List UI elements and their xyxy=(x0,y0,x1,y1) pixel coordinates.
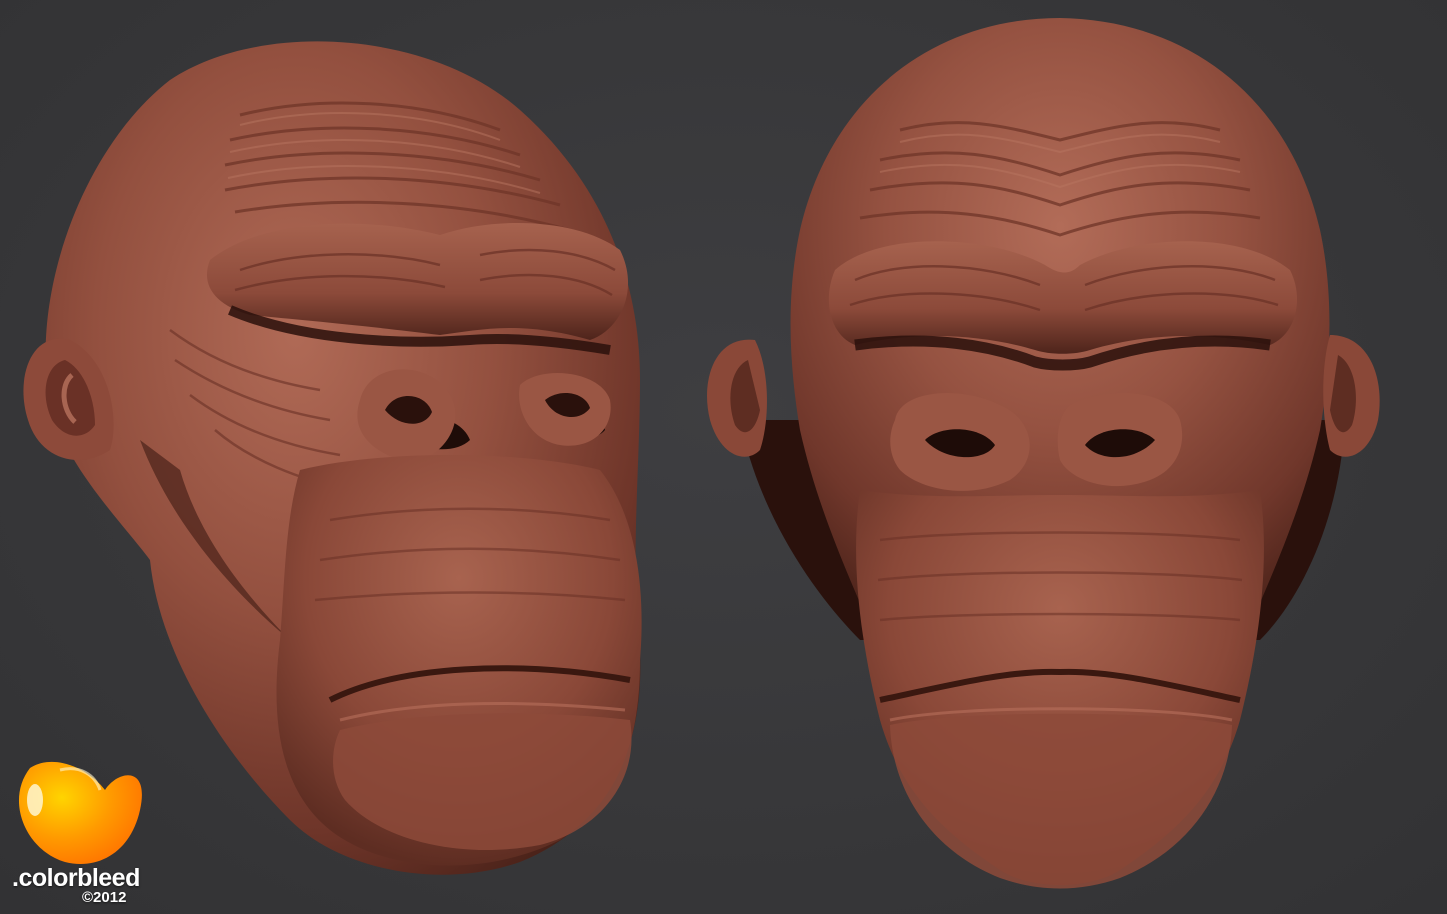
render-viewport: .colorbleed ©2012 xyxy=(0,0,1447,914)
right-head-ear-left xyxy=(707,339,767,457)
chimp-head-front xyxy=(707,18,1380,889)
colorbleed-logo-mark xyxy=(18,761,142,865)
logo-copyright: ©2012 xyxy=(82,889,127,906)
left-muzzle xyxy=(276,455,642,866)
chimp-head-three-quarter xyxy=(23,41,642,875)
sculpt-render xyxy=(18,18,1380,889)
logo-wordmark: .colorbleed xyxy=(12,864,140,892)
right-muzzle xyxy=(856,490,1264,889)
right-head-ear-right xyxy=(1323,335,1380,457)
